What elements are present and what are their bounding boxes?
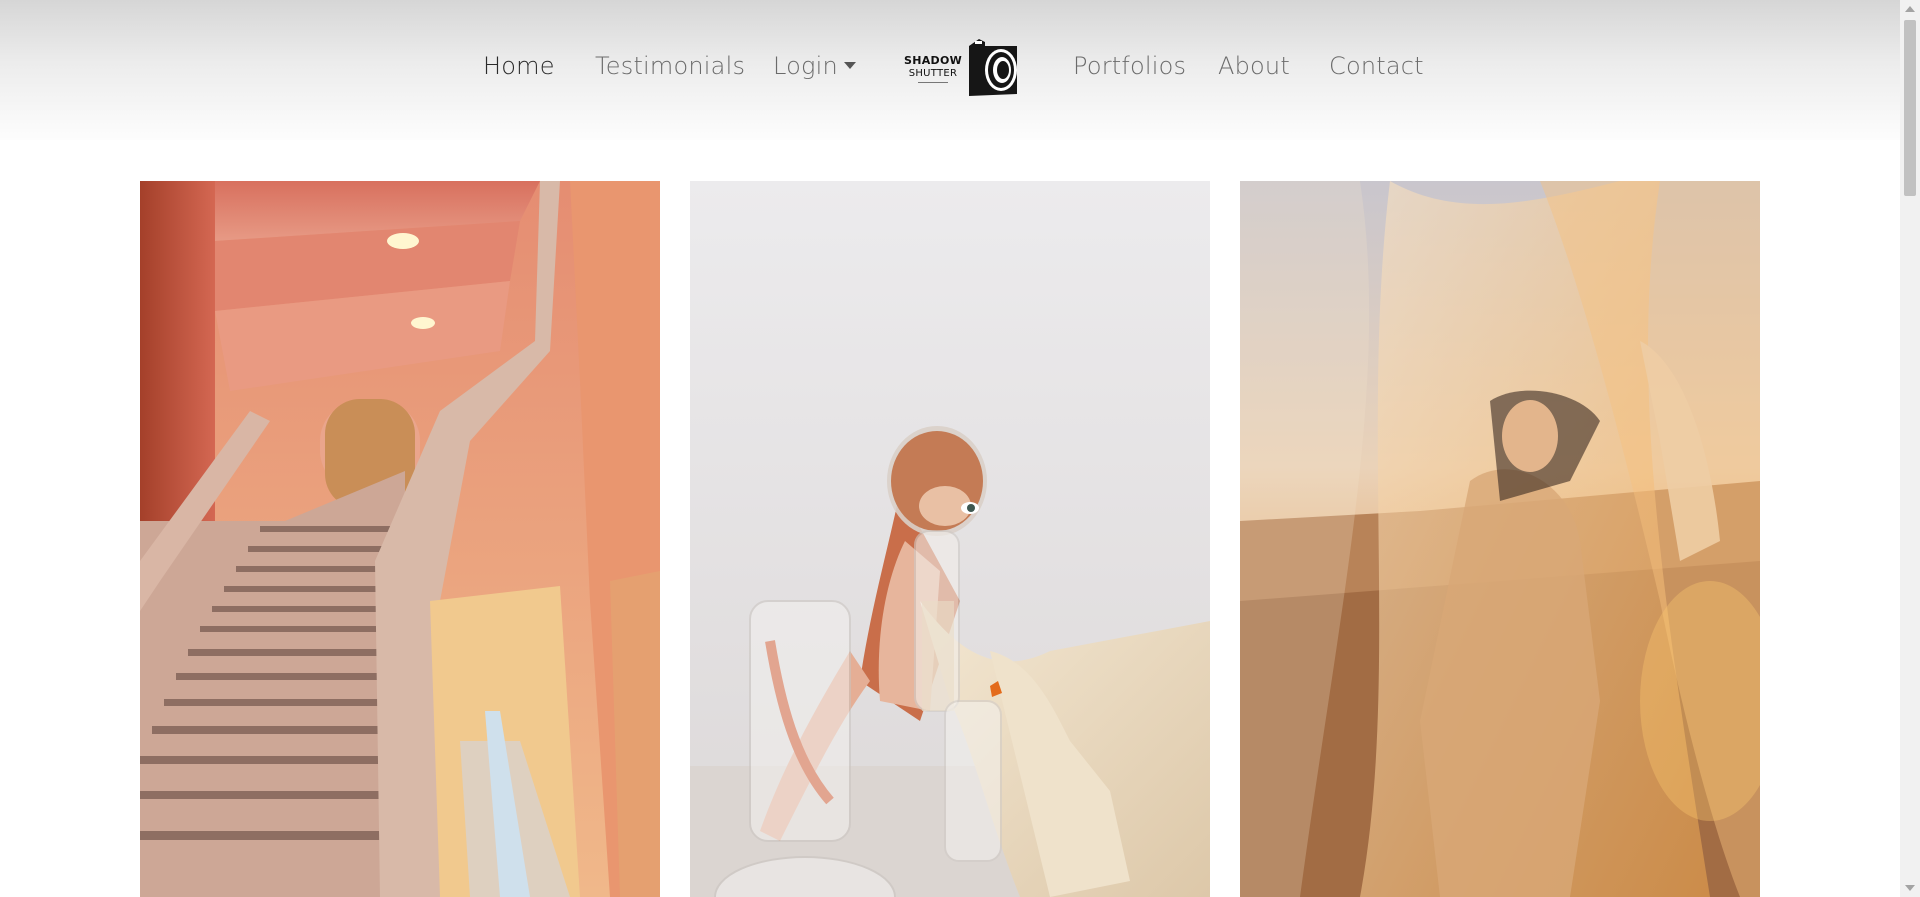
nav-login-dropdown[interactable]: Login [773,52,856,80]
scroll-down-arrow-icon[interactable] [1905,885,1915,891]
nav-portfolios[interactable]: Portfolios [1073,52,1186,80]
page-viewport: Home Testimonials Login SHADOW SHUTTER P… [0,0,1900,897]
logo-underline [918,82,948,83]
logo-line-shadow: SHADOW [903,54,963,67]
logo-wordmark: SHADOW SHUTTER [903,54,963,83]
gallery-image-fishbowl[interactable] [690,181,1210,897]
nav-home[interactable]: Home [483,52,555,80]
chevron-down-icon [843,61,856,69]
scrollbar-thumb[interactable] [1904,20,1916,196]
gallery-image-veil[interactable] [1240,181,1760,897]
vertical-scrollbar[interactable] [1900,0,1920,897]
camera-icon [969,39,1017,96]
top-navbar: Home Testimonials Login SHADOW SHUTTER P… [0,0,1900,140]
nav-login-label: Login [773,52,838,80]
gallery-image-staircase[interactable] [140,181,660,897]
veiled-woman-desert-photo [1240,181,1760,897]
scroll-up-arrow-icon[interactable] [1905,6,1915,12]
nav-about[interactable]: About [1218,52,1290,80]
nav-testimonials[interactable]: Testimonials [595,52,745,80]
woman-with-fishbowl-photo [690,181,1210,897]
pink-staircase-photo [140,181,660,897]
brand-logo[interactable]: SHADOW SHUTTER [903,36,1025,100]
nav-contact[interactable]: Contact [1329,52,1424,80]
logo-line-shutter: SHUTTER [908,68,958,79]
